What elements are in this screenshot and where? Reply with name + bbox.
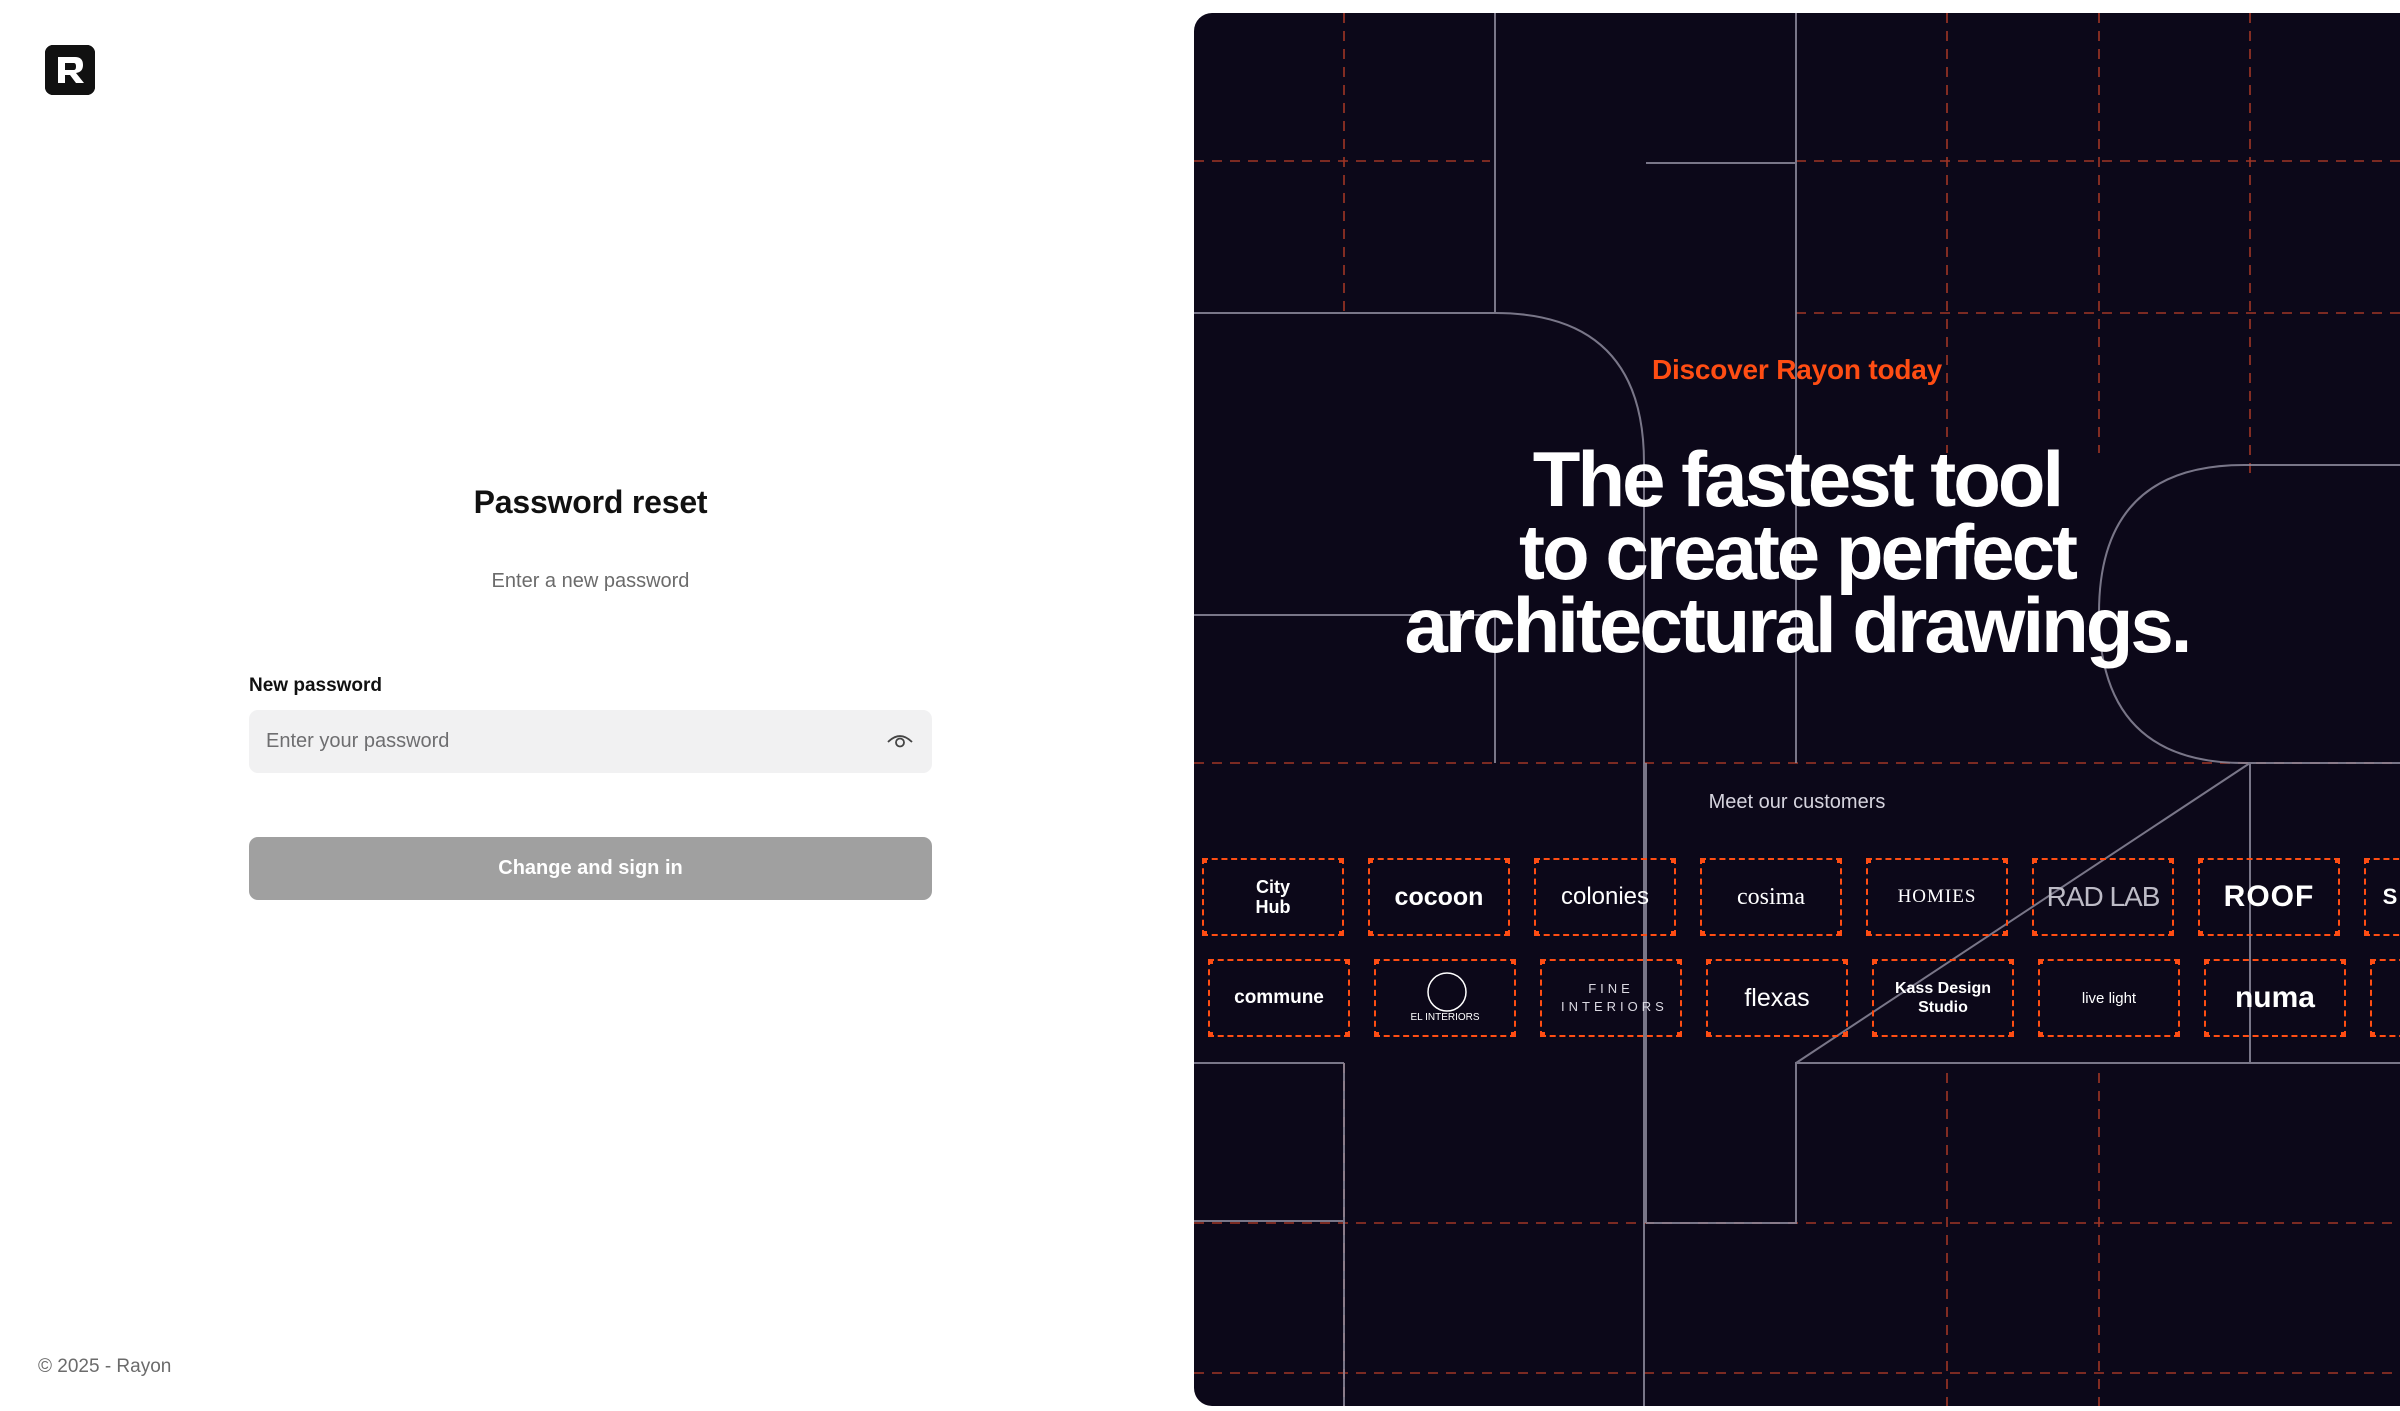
new-password-field: [249, 710, 932, 773]
customer-logo-homies: HOMIES: [1866, 858, 2008, 936]
el-interiors-circle-icon: [1427, 972, 1467, 1012]
eye-icon[interactable]: [886, 729, 914, 753]
customer-logo-commune: commune: [1208, 959, 1350, 1037]
headline-line-3: architectural drawings.: [1404, 581, 2193, 669]
rayon-logo-icon[interactable]: [45, 45, 95, 95]
customer-logo-partial: S: [2364, 858, 2400, 936]
promo-panel: Discover Rayon today The fastest tool to…: [1194, 13, 2400, 1406]
headline-line-1: The fastest tool: [1532, 435, 2064, 523]
customer-logo-el-interiors: EL INTERIORS: [1374, 959, 1516, 1037]
promo-eyebrow: Discover Rayon today: [1651, 354, 1943, 385]
customer-logo-partial-2: [2370, 959, 2400, 1037]
headline-line-2: to create perfect: [1519, 508, 2078, 596]
reset-form: Password reset Enter a new password New …: [249, 484, 932, 900]
page-subtitle: Enter a new password: [491, 570, 690, 592]
promo-headline: The fastest tool to create perfect archi…: [1194, 435, 2400, 669]
customer-logo-rad-lab: RAD LAB: [2032, 858, 2174, 936]
page-title: Password reset: [473, 484, 708, 520]
customer-logo-kass-design-studio: Kass Design Studio: [1872, 959, 2014, 1037]
change-and-sign-in-button[interactable]: Change and sign in: [249, 837, 932, 900]
new-password-input[interactable]: [249, 710, 932, 773]
blueprint-background: [1194, 13, 2400, 1406]
new-password-label: New password: [249, 675, 383, 696]
copyright-footer: © 2025 - Rayon: [38, 1356, 172, 1377]
password-reset-page: Password reset Enter a new password New …: [0, 0, 2400, 1411]
customer-logo-cosima: cosima: [1700, 858, 1842, 936]
customer-logo-numa: numa: [2204, 959, 2346, 1037]
customer-logo-cocoon: cocoon: [1368, 858, 1510, 936]
customer-logo-live-light: live light: [2038, 959, 2180, 1037]
customer-logo-city-hub: City Hub: [1202, 858, 1344, 936]
customer-logo-colonies: colonies: [1534, 858, 1676, 936]
customer-logo-fine-interiors: FINE INTERIORS: [1540, 959, 1682, 1037]
customer-logo-flexas: flexas: [1706, 959, 1848, 1037]
customer-logo-roof: ROOF: [2198, 858, 2340, 936]
customers-label: Meet our customers: [1708, 791, 1886, 813]
